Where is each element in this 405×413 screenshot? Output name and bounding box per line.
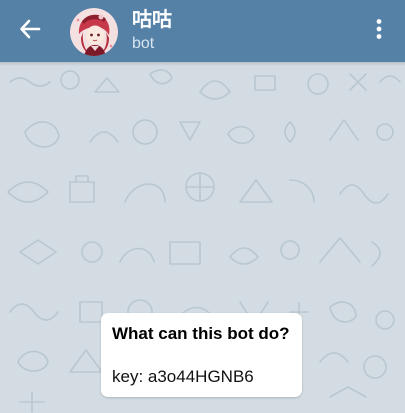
bot-info-description: key: a3o44HGNB6	[112, 367, 254, 386]
more-vertical-icon	[375, 18, 383, 45]
chat-header: 咕咕 bot	[0, 0, 405, 62]
bot-avatar-image	[70, 8, 118, 56]
header-shadow	[0, 62, 405, 66]
avatar[interactable]	[70, 8, 118, 56]
back-button[interactable]	[10, 11, 50, 51]
chat-title: 咕咕	[132, 7, 172, 31]
bot-info-card: What can this bot do? key: a3o44HGNB6	[101, 313, 302, 397]
more-options-button[interactable]	[364, 12, 394, 50]
chat-subtitle: bot	[132, 35, 155, 52]
arrow-left-icon	[19, 18, 41, 45]
bot-info-heading: What can this bot do?	[112, 324, 290, 343]
